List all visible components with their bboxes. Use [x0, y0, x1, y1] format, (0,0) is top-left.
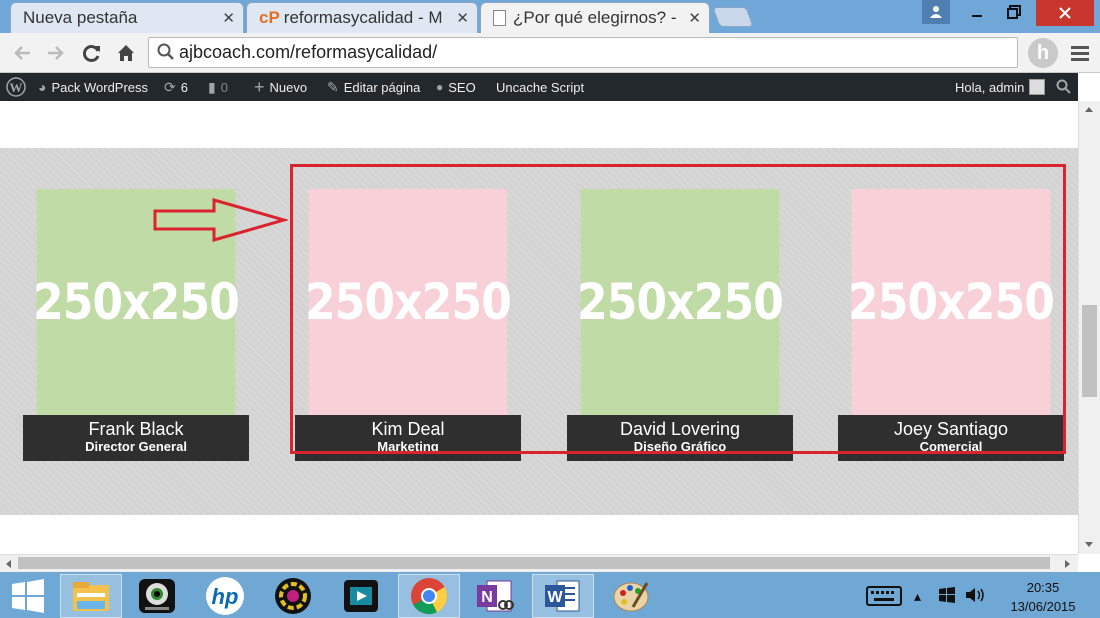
volume-icon[interactable] [964, 586, 986, 607]
system-clock[interactable]: 20:35 13/06/2015 [998, 578, 1088, 616]
comments-count: 0 [220, 79, 228, 95]
media-icon[interactable] [262, 574, 324, 618]
tab-label: Nueva pestaña [23, 8, 138, 27]
page-favicon-icon [493, 10, 506, 26]
dashboard-gauge-icon: ◕ [38, 79, 47, 95]
svg-text:hp: hp [212, 584, 239, 609]
profile-avatar[interactable]: h [1028, 38, 1058, 68]
reload-icon[interactable] [78, 39, 106, 67]
close-tab-icon[interactable]: ✕ [222, 9, 235, 27]
clock-time: 20:35 [1026, 580, 1060, 595]
webcam-icon[interactable] [126, 574, 188, 618]
tab-por-que-elegirnos[interactable]: ¿Por qué elegirnos? - ✕ [480, 2, 710, 33]
menu-icon[interactable] [1066, 39, 1094, 67]
updates-icon: ⟳ [164, 78, 176, 95]
adminbar-seo[interactable]: ● SEO [436, 73, 476, 101]
video-editor-icon[interactable] [330, 574, 392, 618]
close-tab-icon[interactable]: ✕ [688, 9, 701, 27]
scroll-right-arrow-icon[interactable] [1064, 559, 1072, 569]
adminbar-pack-label: Pack WordPress [51, 79, 149, 95]
seo-label: SEO [448, 79, 476, 95]
paint-icon[interactable] [600, 574, 662, 618]
updates-count: 6 [180, 79, 188, 95]
new-label: Nuevo [269, 79, 308, 95]
user-icon[interactable] [922, 0, 950, 24]
admin-avatar [1029, 79, 1046, 95]
maximize-button[interactable] [998, 0, 1030, 24]
svg-text:W: W [10, 80, 23, 95]
hp-icon[interactable]: hp [194, 574, 256, 618]
svg-text:W: W [547, 589, 563, 606]
plus-icon: + [254, 76, 265, 97]
clock-date: 13/06/2015 [1010, 599, 1076, 614]
chrome-icon[interactable] [398, 574, 460, 618]
adminbar-new[interactable]: + Nuevo [254, 73, 307, 101]
wp-admin-bar: W ◕ Pack WordPress ⟳ 6 ▮ 0 + Nuevo ✎ Edi… [0, 73, 1078, 101]
home-icon[interactable] [112, 39, 140, 67]
tab-reformasycalidad[interactable]: cP reformasycalidad - M ✕ [246, 2, 478, 33]
page-content: 250x250 Frank Black Director General 250… [0, 101, 1078, 554]
onenote-icon[interactable]: N [464, 574, 526, 618]
adminbar-updates[interactable]: ⟳ 6 [164, 73, 188, 101]
tab-nueva-pestana[interactable]: Nueva pestaña ✕ [10, 2, 244, 33]
adminbar-pack-wordpress[interactable]: ◕ Pack WordPress [38, 73, 148, 101]
annotation-arrow-icon [153, 198, 288, 242]
adminbar-comments[interactable]: ▮ 0 [208, 73, 228, 101]
back-arrow-icon[interactable] [8, 39, 36, 67]
new-tab-button[interactable] [712, 7, 754, 27]
cpanel-favicon-icon: cP [259, 8, 280, 27]
adminbar-account[interactable]: Hola, admin [955, 73, 1046, 101]
team-member-role: Director General [85, 439, 187, 454]
annotation-highlight-box [290, 164, 1066, 454]
adminbar-search-icon[interactable] [1056, 73, 1072, 101]
scroll-down-arrow-icon[interactable] [1084, 541, 1094, 549]
tab-label: ¿Por qué elegirnos? - [513, 8, 677, 27]
close-tab-icon[interactable]: ✕ [456, 9, 469, 27]
pencil-icon: ✎ [327, 78, 339, 95]
keyboard-icon[interactable] [866, 585, 902, 610]
address-bar[interactable]: ajbcoach.com/reformasycalidad/ [148, 37, 1018, 68]
close-window-button[interactable] [1036, 0, 1094, 26]
adminbar-edit-page[interactable]: ✎ Editar página [327, 73, 420, 101]
scroll-left-arrow-icon[interactable] [4, 559, 12, 569]
vertical-scroll-thumb[interactable] [1082, 305, 1097, 397]
team-caption: Frank Black Director General [23, 415, 249, 461]
wordpress-logo-icon[interactable]: W [6, 73, 26, 101]
edit-page-label: Editar página [343, 79, 421, 95]
browser-toolbar: ajbcoach.com/reformasycalidad/ h [0, 33, 1100, 73]
scroll-up-arrow-icon[interactable] [1084, 105, 1094, 113]
browser-title-bar: Nueva pestaña ✕ cP reformasycalidad - M … [0, 0, 1100, 33]
horizontal-scroll-thumb[interactable] [18, 557, 1050, 569]
search-icon [157, 43, 175, 66]
team-member-name: Frank Black [88, 419, 184, 439]
svg-text:N: N [481, 589, 493, 606]
start-icon[interactable] [0, 574, 56, 618]
minimize-button[interactable] [962, 0, 992, 24]
adminbar-uncache-script[interactable]: Uncache Script [496, 73, 584, 101]
seo-status-icon: ● [436, 80, 444, 94]
greeting-label: Hola, admin [955, 79, 1025, 95]
uncache-label: Uncache Script [496, 79, 585, 95]
action-center-icon[interactable] [938, 586, 956, 607]
forward-arrow-icon[interactable] [42, 39, 70, 67]
file-explorer-icon[interactable] [60, 574, 122, 618]
comment-bubble-icon: ▮ [208, 78, 216, 95]
word-icon[interactable]: W [532, 574, 594, 618]
url-text: ajbcoach.com/reformasycalidad/ [179, 42, 438, 62]
show-hidden-icons-icon[interactable]: ▴ [914, 588, 921, 605]
tab-label: reformasycalidad - M [283, 8, 443, 27]
